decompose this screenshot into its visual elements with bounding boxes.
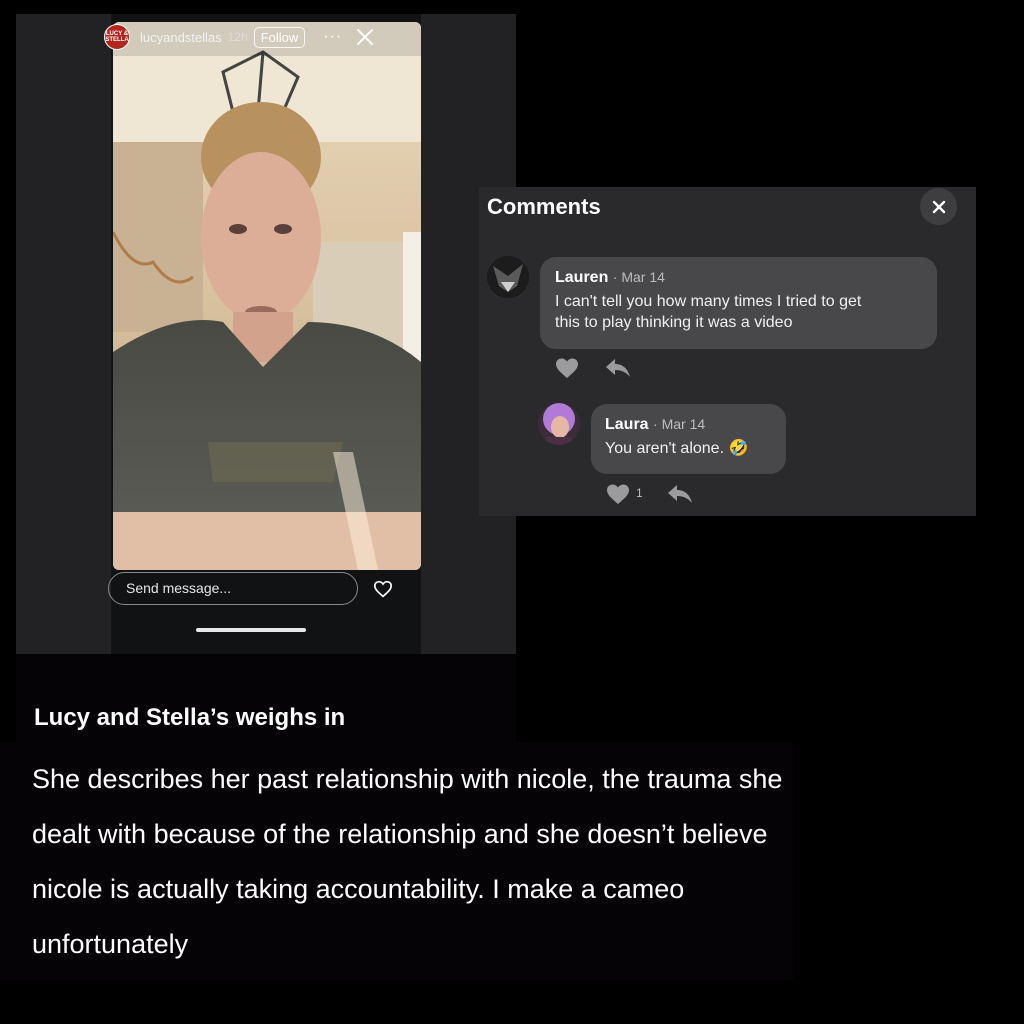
- reply-icon[interactable]: [605, 357, 631, 379]
- avatar-laura[interactable]: [538, 403, 580, 445]
- story-panel: [16, 14, 516, 654]
- close-icon: [932, 200, 945, 213]
- avatar-lauren[interactable]: [487, 256, 529, 298]
- close-comments-button[interactable]: [920, 188, 957, 225]
- section-heading: Lucy and Stella’s weighs in: [34, 704, 346, 731]
- heart-icon[interactable]: [606, 483, 630, 505]
- like-count: 1: [636, 486, 643, 500]
- comment-date: · Mar 14: [612, 269, 665, 285]
- story-header: LUCY & STELLA lucyandstellas 12h Follow …: [104, 24, 404, 50]
- heart-icon[interactable]: [555, 357, 579, 379]
- comment-date: · Mar 14: [653, 416, 706, 432]
- comment-text: I can't tell you how many times I tried …: [555, 293, 862, 310]
- comments-panel: Comments Lauren · Mar 14 I can't tell yo…: [479, 187, 976, 516]
- heart-icon[interactable]: [373, 580, 393, 598]
- story-username[interactable]: lucyandstellas: [140, 30, 222, 45]
- comments-title: Comments: [487, 194, 601, 219]
- comment-text: this to play thinking it was a video: [555, 314, 793, 331]
- body-text: She describes her past relationship with…: [32, 764, 783, 959]
- comment-bubble: Laura · Mar 14 You aren't alone. 🤣: [591, 404, 786, 474]
- reply-icon[interactable]: [667, 483, 693, 505]
- home-indicator: [196, 628, 306, 632]
- follow-button[interactable]: Follow: [253, 26, 306, 48]
- comment-bubble: Lauren · Mar 14 I can't tell you how man…: [540, 257, 937, 349]
- laughing-emoji: 🤣: [728, 440, 749, 457]
- story-avatar[interactable]: LUCY & STELLA: [104, 24, 130, 50]
- story-timestamp: 12h: [227, 30, 248, 44]
- close-icon[interactable]: [356, 28, 374, 46]
- comment-author[interactable]: Lauren: [555, 269, 608, 286]
- more-icon[interactable]: ···: [323, 28, 342, 46]
- story-photo: [113, 22, 421, 570]
- comment-text-row: You aren't alone. 🤣: [605, 438, 786, 459]
- comment-author[interactable]: Laura: [605, 416, 649, 433]
- send-message-input[interactable]: Send message...: [108, 572, 358, 605]
- comment-text: You aren't alone.: [605, 440, 725, 457]
